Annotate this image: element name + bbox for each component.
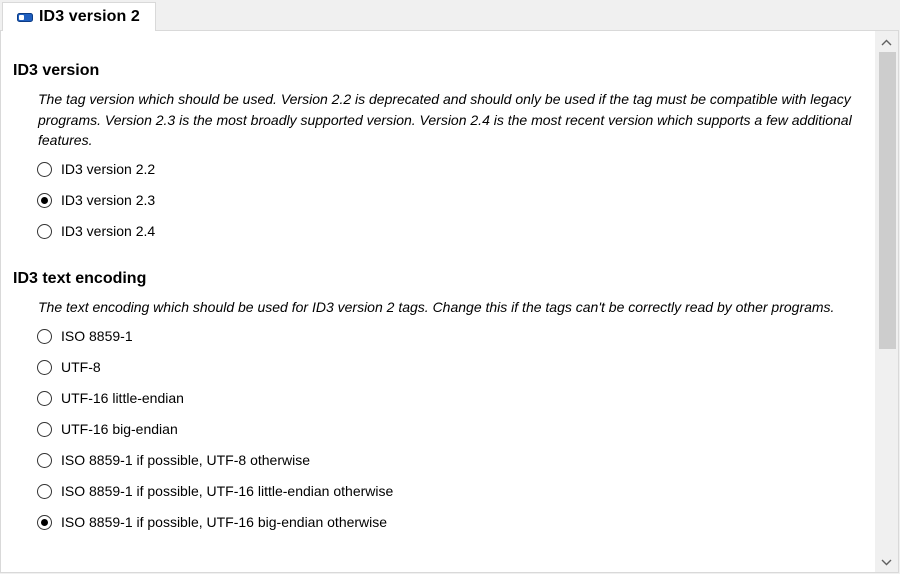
radio-label: UTF-16 little-endian xyxy=(61,390,184,406)
scroll-up-button[interactable] xyxy=(875,31,898,52)
radio-label: ISO 8859-1 if possible, UTF-8 otherwise xyxy=(61,452,310,468)
radio-label: ISO 8859-1 if possible, UTF-16 little-en… xyxy=(61,483,394,499)
radio-button[interactable] xyxy=(37,223,52,239)
radio-label: ISO 8859-1 if possible, UTF-16 big-endia… xyxy=(61,514,388,530)
tab-label: ID3 version 2 xyxy=(39,8,140,25)
id3-version-title: ID3 version xyxy=(13,62,100,79)
id3-text-encoding-description: The text encoding which should be used f… xyxy=(38,299,835,315)
radio-button[interactable] xyxy=(37,421,52,437)
radio-button-selected[interactable] xyxy=(37,514,52,530)
radio-label: ID3 version 2.2 xyxy=(61,161,156,177)
radio-encoding-iso-or-utf-16-be[interactable]: ISO 8859-1 if possible, UTF-16 big-endia… xyxy=(37,511,387,533)
radio-id3-version-2-3[interactable]: ID3 version 2.3 xyxy=(37,189,155,211)
settings-content: ID3 version The tag version which should… xyxy=(1,31,875,572)
tag-icon xyxy=(17,12,33,22)
chevron-up-icon xyxy=(881,33,892,51)
radio-label: UTF-16 big-endian xyxy=(61,421,178,437)
radio-button[interactable] xyxy=(37,328,52,344)
settings-panel: ID3 version The tag version which should… xyxy=(0,30,899,573)
radio-encoding-iso-or-utf-16-le[interactable]: ISO 8859-1 if possible, UTF-16 little-en… xyxy=(37,480,393,502)
radio-label: UTF-8 xyxy=(61,359,101,375)
radio-button[interactable] xyxy=(37,390,52,406)
radio-button[interactable] xyxy=(37,452,52,468)
radio-id3-version-2-2[interactable]: ID3 version 2.2 xyxy=(37,158,155,180)
radio-label: ID3 version 2.4 xyxy=(61,223,156,239)
radio-label: ID3 version 2.3 xyxy=(61,192,156,208)
radio-encoding-utf-16-be[interactable]: UTF-16 big-endian xyxy=(37,418,178,440)
radio-label: ISO 8859-1 xyxy=(61,328,133,344)
id3-text-encoding-title: ID3 text encoding xyxy=(13,270,147,287)
scroll-down-button[interactable] xyxy=(875,551,898,572)
radio-id3-version-2-4[interactable]: ID3 version 2.4 xyxy=(37,220,155,242)
vertical-scrollbar[interactable] xyxy=(875,31,898,572)
scrollbar-thumb[interactable] xyxy=(879,52,896,349)
radio-button[interactable] xyxy=(37,359,52,375)
radio-encoding-iso-8859-1[interactable]: ISO 8859-1 xyxy=(37,325,133,347)
radio-encoding-utf-8[interactable]: UTF-8 xyxy=(37,356,101,378)
radio-button-selected[interactable] xyxy=(37,192,52,208)
tab-bar: ID3 version 2 xyxy=(0,0,900,31)
radio-button[interactable] xyxy=(37,483,52,499)
id3-version-description: The tag version which should be used. Ve… xyxy=(38,91,852,148)
radio-button[interactable] xyxy=(37,161,52,177)
tab-id3-version-2[interactable]: ID3 version 2 xyxy=(2,2,156,31)
radio-encoding-iso-or-utf-8[interactable]: ISO 8859-1 if possible, UTF-8 otherwise xyxy=(37,449,310,471)
chevron-down-icon xyxy=(881,553,892,571)
radio-encoding-utf-16-le[interactable]: UTF-16 little-endian xyxy=(37,387,184,409)
